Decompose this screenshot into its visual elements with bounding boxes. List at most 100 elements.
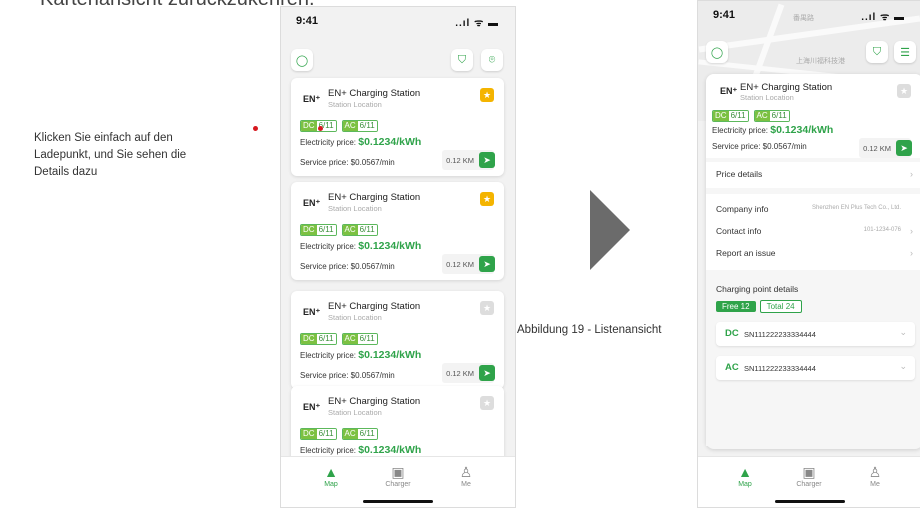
distance-indicator[interactable]: 0.12 KM➤	[442, 150, 495, 170]
station-location: Station Location	[328, 408, 382, 417]
brand-logo: EN⁺	[303, 198, 321, 208]
station-location: Station Location	[740, 93, 794, 102]
locate-icon: ◯	[710, 46, 724, 59]
station-location: Station Location	[328, 204, 382, 213]
filter-icon: ⛉	[457, 53, 467, 66]
favorite-star-icon[interactable]: ★	[480, 88, 494, 102]
page-heading: Kartenansicht zurückzukehren.	[40, 0, 315, 11]
cp-title: Charging point details	[716, 284, 799, 294]
tab-bar: ▲ Map ▣ Charger ♙ Me	[281, 456, 515, 507]
person-icon: ♙	[459, 464, 473, 480]
tab-label: Map	[324, 481, 338, 488]
service-price: Service price: $0.0567/min	[300, 262, 395, 271]
dc-badge: DC 6/11	[300, 224, 337, 236]
station-location: Station Location	[328, 313, 382, 322]
map-view-button[interactable]: ⌾	[481, 49, 503, 71]
phone-list-view: 9:41 ..ıl ᯤ ▬ ◯ ⛉ ⌾ EN⁺ EN+ Charging Stat…	[280, 6, 516, 508]
tap-marker-dot	[318, 126, 323, 131]
figure-caption: Abbildung 19 - Listenansicht	[517, 324, 662, 336]
tab-charger[interactable]: ▣ Charger	[373, 463, 423, 488]
chevron-down-icon: ⌄	[899, 327, 907, 337]
tab-map[interactable]: ▲ Map	[306, 463, 356, 488]
locate-button[interactable]: ◯	[291, 49, 313, 71]
connector-badges: DC 6/11 AC 6/11	[300, 224, 378, 236]
electricity-price: Electricity price: $0.1234/kWh	[300, 444, 422, 456]
map-label: 上海川福科技港	[796, 58, 845, 65]
home-indicator	[363, 500, 433, 503]
brand-logo: EN⁺	[303, 307, 321, 317]
ac-badge: AC 6/11	[341, 224, 378, 236]
free-pill: Free 12	[716, 301, 756, 312]
electricity-price: Electricity price: $0.1234/kWh	[300, 349, 422, 361]
status-bar: 9:41 ..ıl ᯤ ▬	[281, 15, 515, 31]
price-details-row[interactable]: Price details ›	[716, 169, 913, 183]
tab-label: Charger	[385, 481, 411, 488]
station-title: EN+ Charging Station	[740, 82, 833, 93]
tab-bar: ▲ Map ▣ Charger ♙ Me	[698, 456, 920, 507]
chevron-down-icon: ⌄	[899, 361, 907, 371]
tab-me[interactable]: ♙ Me	[441, 463, 491, 488]
marker-dot	[253, 126, 258, 131]
person-icon: ♙	[868, 464, 882, 480]
service-price: Service price: $0.0567/min	[300, 158, 395, 167]
report-issue-row[interactable]: Report an issue ›	[716, 248, 913, 262]
contact-info-row[interactable]: Contact info 101-1234-076 ›	[716, 226, 913, 240]
brand-logo: EN⁺	[303, 402, 321, 412]
station-location: Station Location	[328, 100, 382, 109]
total-pill: Total 24	[759, 300, 802, 313]
station-title: EN+ Charging Station	[328, 396, 421, 407]
filter-button[interactable]: ⛉	[866, 41, 888, 63]
tab-charger[interactable]: ▣ Charger	[784, 463, 834, 488]
brand-logo: EN⁺	[720, 86, 738, 96]
list-icon: ☰	[900, 46, 910, 59]
company-section: Company info Shenzhen EN Plus Tech Co., L…	[706, 194, 920, 270]
station-card[interactable]: EN⁺ EN+ Charging Station Station Location ★…	[291, 291, 504, 389]
chevron-right-icon: ›	[910, 226, 913, 236]
favorite-star-icon[interactable]: ★	[480, 396, 494, 410]
station-card[interactable]: EN⁺ EN+ Charging Station Station Locatio…	[706, 74, 920, 158]
tab-map[interactable]: ▲ Map	[720, 463, 770, 488]
electricity-price: Electricity price: $0.1234/kWh	[712, 124, 834, 136]
favorite-star-icon[interactable]: ★	[480, 301, 494, 315]
dc-badge: DC 6/11	[300, 333, 337, 345]
brand-logo: EN⁺	[303, 94, 321, 104]
ac-badge: AC 6/11	[341, 333, 378, 345]
filter-icon: ⛉	[872, 45, 882, 58]
tab-label: Map	[738, 481, 752, 488]
tab-me[interactable]: ♙ Me	[850, 463, 900, 488]
navigate-icon: ➤	[479, 152, 495, 168]
signal-battery-icon: ..ıl ᯤ ▬	[861, 12, 905, 23]
favorite-star-icon[interactable]: ★	[897, 84, 911, 98]
map-icon: ▲	[738, 464, 752, 480]
favorite-star-icon[interactable]: ★	[480, 192, 494, 206]
chevron-right-icon: ›	[910, 248, 913, 258]
instruction-text: Klicken Sie einfach auf den Ladepunkt, u…	[34, 132, 187, 178]
station-card[interactable]: EN⁺ EN+ Charging Station Station Location ★…	[291, 182, 504, 280]
electricity-price: Electricity price: $0.1234/kWh	[300, 240, 422, 252]
connector-badges: DC 6/11 AC 6/11	[300, 428, 378, 440]
connector-badges: DC 6/11 AC 6/11	[300, 120, 378, 132]
electricity-price: Electricity price: $0.1234/kWh	[300, 136, 422, 148]
distance-indicator[interactable]: 0.12 KM➤	[859, 138, 912, 158]
price-details-section[interactable]: Price details ›	[706, 162, 920, 188]
tab-label: Me	[461, 481, 471, 488]
home-indicator	[774, 500, 845, 503]
distance-indicator[interactable]: 0.12 KM➤	[442, 363, 495, 383]
connector-badges: DC 6/11 AC 6/11	[712, 110, 790, 122]
availability-pills: Free 12 Total 24	[716, 300, 913, 314]
charging-point-item[interactable]: DC SN111222233334444 ⌄	[716, 322, 915, 346]
map-icon: ▲	[324, 464, 338, 480]
phone-detail-view: 番禺路 上海川福科技港 9:41 ..ıl ᯤ ▬ ◯ ⛉ ☰ EN⁺ EN+ …	[697, 0, 920, 508]
distance-indicator[interactable]: 0.12 KM➤	[442, 254, 495, 274]
status-bar: 9:41 ..ıl ᯤ ▬	[698, 9, 920, 25]
charger-icon: ▣	[391, 464, 405, 480]
ac-badge: AC 6/11	[753, 110, 790, 122]
locate-button[interactable]: ◯	[706, 41, 728, 63]
navigate-icon: ➤	[896, 140, 912, 156]
filter-button[interactable]: ⛉	[451, 49, 473, 71]
charger-icon: ▣	[802, 464, 816, 480]
ac-badge: AC 6/11	[341, 428, 378, 440]
station-title: EN+ Charging Station	[328, 192, 421, 203]
list-view-button[interactable]: ☰	[894, 41, 916, 63]
charging-point-item[interactable]: AC SN111222233334444 ⌄	[716, 356, 915, 380]
